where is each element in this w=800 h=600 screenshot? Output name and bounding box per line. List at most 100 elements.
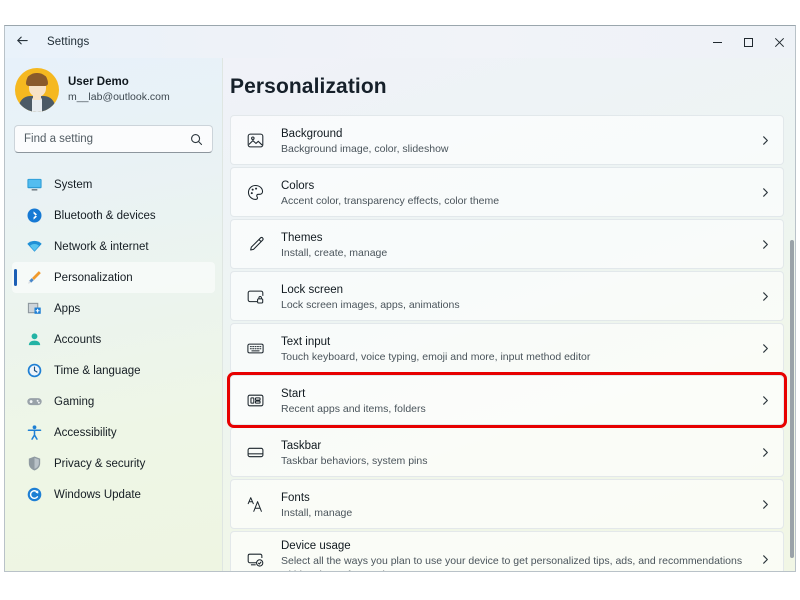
window-controls	[702, 26, 795, 58]
row-title: Device usage	[281, 539, 351, 552]
sidebar-item-label: Time & language	[54, 364, 141, 377]
account-icon	[25, 330, 44, 349]
fonts-icon	[244, 493, 266, 515]
accessibility-icon	[25, 423, 44, 442]
window-title: Settings	[47, 36, 90, 48]
scrollbar-thumb[interactable]	[790, 240, 794, 558]
page-title: Personalization	[230, 75, 387, 98]
row-title: Themes	[281, 231, 323, 244]
sidebar-item-label: Bluetooth & devices	[54, 209, 156, 222]
avatar	[15, 68, 59, 112]
sidebar-item-windows-update[interactable]: Windows Update	[12, 479, 215, 510]
vertical-scrollbar[interactable]	[790, 168, 794, 565]
sidebar-item-accessibility[interactable]: Accessibility	[12, 417, 215, 448]
row-subtitle: Touch keyboard, voice typing, emoji and …	[281, 350, 591, 363]
sidebar: User Demo m__lab@outlook.com Syste	[5, 58, 223, 571]
back-button[interactable]	[5, 27, 39, 57]
minimize-button[interactable]	[702, 26, 733, 58]
row-title: Background	[281, 127, 343, 140]
monitor-icon	[25, 175, 44, 194]
sidebar-item-label: Accounts	[54, 333, 102, 346]
title-bar: Settings	[5, 26, 795, 58]
row-title: Lock screen	[281, 283, 344, 296]
shield-icon	[25, 454, 44, 473]
search-input[interactable]	[24, 133, 190, 145]
sidebar-item-system[interactable]: System	[12, 169, 215, 200]
sidebar-item-accounts[interactable]: Accounts	[12, 324, 215, 355]
settings-row-text-input[interactable]: Text input Touch keyboard, voice typing,…	[230, 323, 784, 373]
gamepad-icon	[25, 392, 44, 411]
sidebar-item-gaming[interactable]: Gaming	[12, 386, 215, 417]
sidebar-item-time-language[interactable]: Time & language	[12, 355, 215, 386]
chevron-right-icon	[760, 395, 771, 406]
sidebar-item-privacy-security[interactable]: Privacy & security	[12, 448, 215, 479]
start-menu-icon	[244, 389, 266, 411]
row-title: Taskbar	[281, 439, 322, 452]
chevron-right-icon	[760, 291, 771, 302]
apps-icon	[25, 299, 44, 318]
row-subtitle: Accent color, transparency effects, colo…	[281, 194, 500, 207]
maximize-button[interactable]	[733, 26, 764, 58]
user-name: User Demo	[68, 76, 129, 89]
row-title: Text input	[281, 335, 331, 348]
search-box[interactable]	[14, 125, 213, 153]
sidebar-nav: System Bluetooth & devices Network & int…	[5, 169, 222, 510]
settings-row-start[interactable]: Start Recent apps and items, folders	[227, 372, 787, 428]
settings-row-lock-screen[interactable]: Lock screen Lock screen images, apps, an…	[230, 271, 784, 321]
chevron-right-icon	[760, 343, 771, 354]
close-icon	[774, 37, 785, 48]
chevron-right-icon	[760, 554, 771, 565]
palette-icon	[244, 181, 266, 203]
settings-window: Settings User Demo m__lab@outlook.com Fi…	[4, 25, 796, 572]
paintbrush-icon	[244, 233, 266, 255]
device-usage-icon	[244, 548, 266, 570]
close-button[interactable]	[764, 26, 795, 58]
settings-row-background[interactable]: Background Background image, color, slid…	[230, 115, 784, 165]
bluetooth-icon	[25, 206, 44, 225]
sidebar-item-network-internet[interactable]: Network & internet	[12, 231, 215, 262]
chevron-right-icon	[760, 447, 771, 458]
settings-row-fonts[interactable]: Fonts Install, manage	[230, 479, 784, 529]
row-subtitle: Recent apps and items, folders	[281, 402, 426, 415]
chevron-right-icon	[760, 187, 771, 198]
settings-list: Background Background image, color, slid…	[223, 115, 795, 571]
chevron-right-icon	[760, 239, 771, 250]
user-email: m__lab@outlook.com	[68, 91, 170, 104]
clock-icon	[25, 361, 44, 380]
settings-row-device-usage[interactable]: Device usage Select all the ways you pla…	[230, 531, 784, 571]
maximize-icon	[743, 37, 754, 48]
settings-row-themes[interactable]: Themes Install, create, manage	[230, 219, 784, 269]
paintbrush-icon	[25, 268, 44, 287]
main-content: Personalization Background Background im…	[223, 58, 795, 571]
row-subtitle: Install, create, manage	[281, 246, 388, 259]
lock-screen-icon	[244, 285, 266, 307]
settings-row-colors[interactable]: Colors Accent color, transparency effect…	[230, 167, 784, 217]
user-profile[interactable]: User Demo m__lab@outlook.com	[5, 58, 222, 112]
row-subtitle: Background image, color, slideshow	[281, 142, 449, 155]
sidebar-item-bluetooth-devices[interactable]: Bluetooth & devices	[12, 200, 215, 231]
row-subtitle: Lock screen images, apps, animations	[281, 298, 460, 311]
keyboard-icon	[244, 337, 266, 359]
row-subtitle: Select all the ways you plan to use your…	[281, 554, 743, 571]
sidebar-item-label: Windows Update	[54, 488, 141, 501]
update-icon	[25, 485, 44, 504]
sidebar-item-label: Gaming	[54, 395, 95, 408]
sidebar-item-label: Privacy & security	[54, 457, 146, 470]
sidebar-item-label: System	[54, 178, 93, 191]
sidebar-item-label: Accessibility	[54, 426, 117, 439]
wifi-icon	[25, 237, 44, 256]
row-title: Fonts	[281, 491, 310, 504]
chevron-right-icon	[760, 135, 771, 146]
sidebar-item-label: Network & internet	[54, 240, 149, 253]
back-arrow-icon	[15, 33, 30, 51]
row-subtitle: Install, manage	[281, 506, 353, 519]
settings-row-taskbar[interactable]: Taskbar Taskbar behaviors, system pins	[230, 427, 784, 477]
sidebar-item-apps[interactable]: Apps	[12, 293, 215, 324]
sidebar-item-personalization[interactable]: Personalization	[12, 262, 215, 293]
row-title: Colors	[281, 179, 315, 192]
chevron-right-icon	[760, 499, 771, 510]
sidebar-item-label: Personalization	[54, 271, 133, 284]
picture-icon	[244, 129, 266, 151]
minimize-icon	[712, 37, 723, 48]
search-icon	[190, 133, 203, 146]
